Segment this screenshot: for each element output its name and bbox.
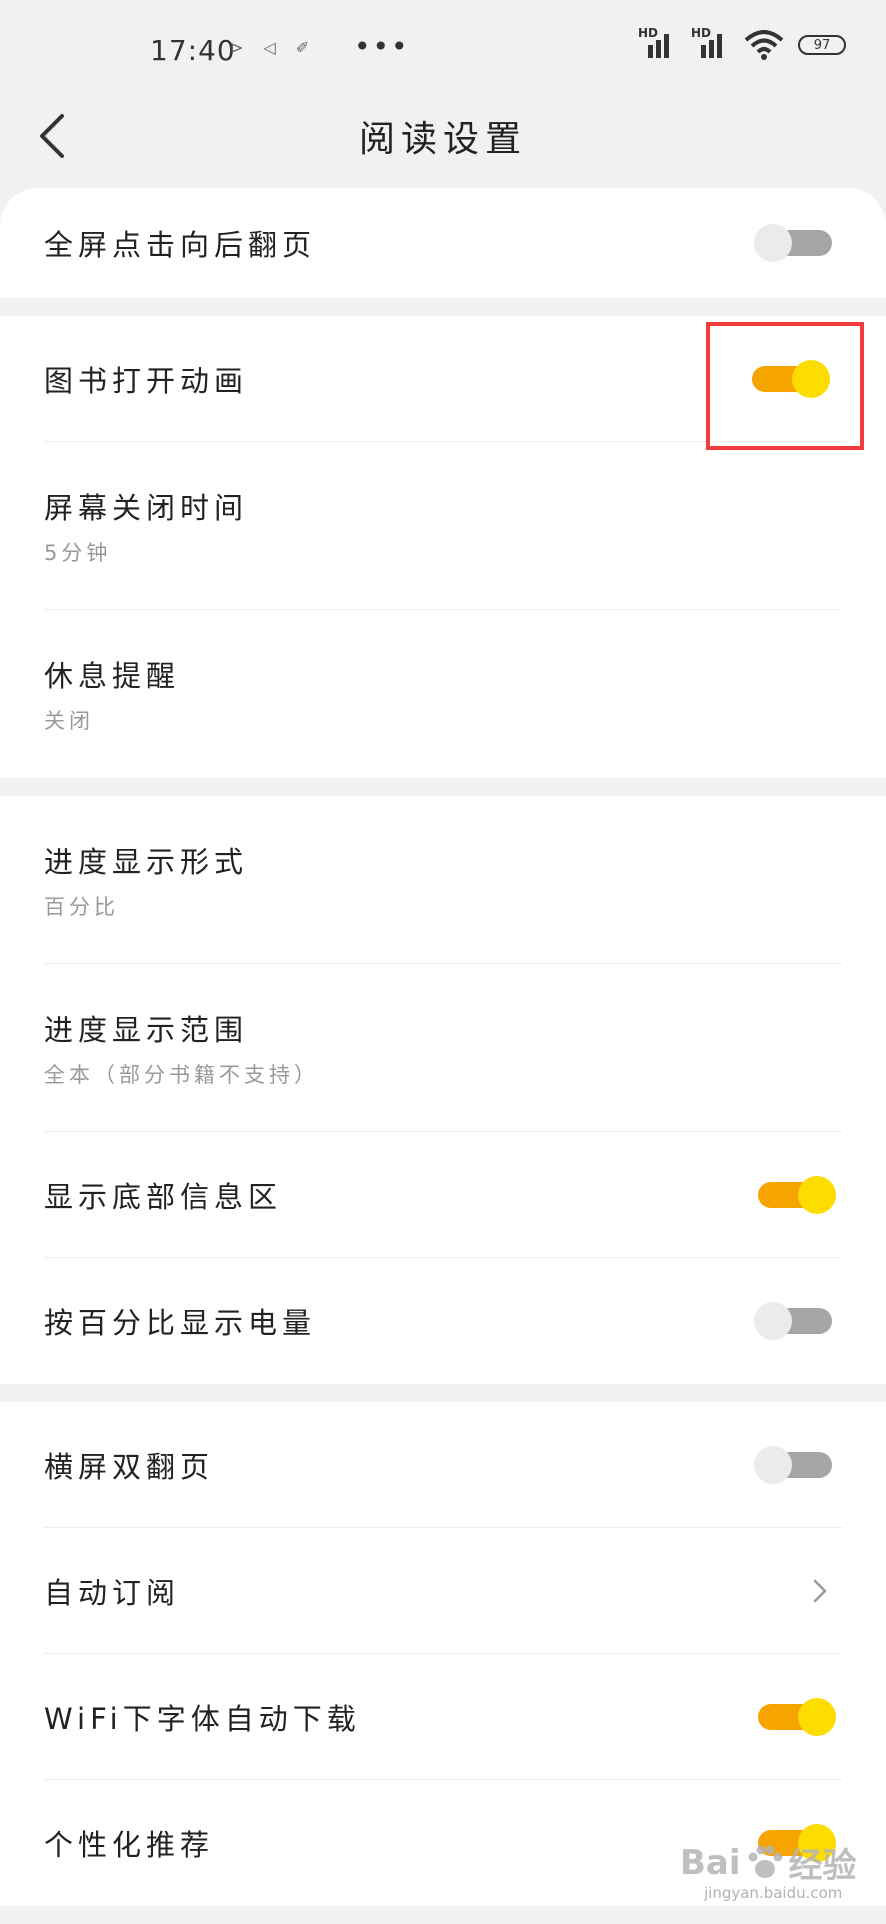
- status-bar: 17:40 ⊳ ◁ ✐ ••• HD HD 97: [0, 0, 886, 100]
- wifi-font-download-toggle[interactable]: [758, 1697, 836, 1736]
- setting-label: 全屏点击向后翻页: [44, 228, 317, 262]
- setting-bottom-info[interactable]: 显示底部信息区: [44, 1132, 842, 1258]
- signal-icon-1: HD: [638, 26, 677, 58]
- landscape-double-toggle[interactable]: [754, 1445, 832, 1484]
- setting-landscape-double[interactable]: 横屏双翻页: [44, 1402, 842, 1528]
- setting-label: 休息提醒: [44, 659, 181, 693]
- settings-group-4: 横屏双翻页 自动订阅 WiFi下字体自动下载 个性化推荐: [0, 1402, 886, 1906]
- settings-group-3: 进度显示形式 百分比 进度显示范围 全本（部分书籍不支持） 显示底部信息区 按百…: [0, 796, 886, 1384]
- chevron-right-icon: [813, 1579, 827, 1602]
- setting-label: WiFi下字体自动下载: [44, 1701, 361, 1736]
- setting-label: 进度显示范围: [44, 1012, 249, 1047]
- media-icon: ◁: [263, 38, 276, 57]
- setting-fullscreen-tap[interactable]: 全屏点击向后翻页: [44, 188, 842, 298]
- watermark-url: jingyan.baidu.com: [704, 1884, 843, 1902]
- wifi-icon: [744, 30, 784, 60]
- setting-label: 屏幕关闭时间: [44, 490, 249, 525]
- bottom-info-toggle[interactable]: [758, 1175, 836, 1214]
- setting-rest-reminder[interactable]: 休息提醒 关闭: [44, 610, 842, 778]
- setting-auto-subscribe[interactable]: 自动订阅: [44, 1528, 842, 1654]
- setting-label: 图书打开动画: [44, 363, 249, 398]
- leaf-icon: ✐: [295, 38, 310, 57]
- setting-label: 进度显示形式: [44, 844, 249, 879]
- status-right: HD HD 97: [638, 26, 846, 60]
- watermark-text-left: Bai: [680, 1842, 741, 1883]
- setting-value: 关闭: [44, 709, 94, 733]
- setting-battery-percent[interactable]: 按百分比显示电量: [44, 1258, 842, 1384]
- paw-icon: [748, 1845, 783, 1878]
- page-title: 阅读设置: [358, 119, 527, 160]
- fullscreen-tap-toggle[interactable]: [754, 224, 832, 262]
- setting-label: 自动订阅: [44, 1575, 181, 1610]
- baidu-watermark: Bai 经验: [680, 1838, 857, 1887]
- status-time: 17:40: [150, 34, 236, 67]
- highlight-annotation: [706, 322, 864, 450]
- watermark-text-right: 经验: [788, 1846, 857, 1886]
- hd-label: HD: [638, 26, 659, 40]
- setting-progress-format[interactable]: 进度显示形式 百分比: [44, 796, 842, 964]
- setting-label: 横屏双翻页: [44, 1449, 215, 1484]
- setting-value: 百分比: [44, 894, 119, 919]
- header: 阅读设置: [0, 100, 886, 190]
- setting-screen-off-time[interactable]: 屏幕关闭时间 5分钟: [44, 442, 842, 610]
- setting-wifi-font-download[interactable]: WiFi下字体自动下载: [44, 1654, 842, 1780]
- more-notifications-icon: •••: [354, 30, 410, 63]
- hd-label: HD: [691, 26, 712, 40]
- setting-progress-range[interactable]: 进度显示范围 全本（部分书籍不支持）: [44, 964, 842, 1132]
- setting-label: 按百分比显示电量: [44, 1306, 317, 1340]
- battery-icon: 97: [798, 35, 846, 55]
- setting-value: 全本（部分书籍不支持）: [44, 1062, 319, 1087]
- setting-label: 个性化推荐: [44, 1828, 215, 1862]
- play-icon: ⊳: [230, 38, 244, 57]
- settings-group-1: 全屏点击向后翻页: [0, 188, 886, 298]
- battery-percent-toggle[interactable]: [754, 1302, 832, 1340]
- setting-value: 5分钟: [44, 540, 112, 565]
- setting-label: 显示底部信息区: [44, 1179, 283, 1214]
- notification-icons: ⊳ ◁ ✐: [230, 38, 309, 57]
- signal-icon-2: HD: [691, 26, 730, 58]
